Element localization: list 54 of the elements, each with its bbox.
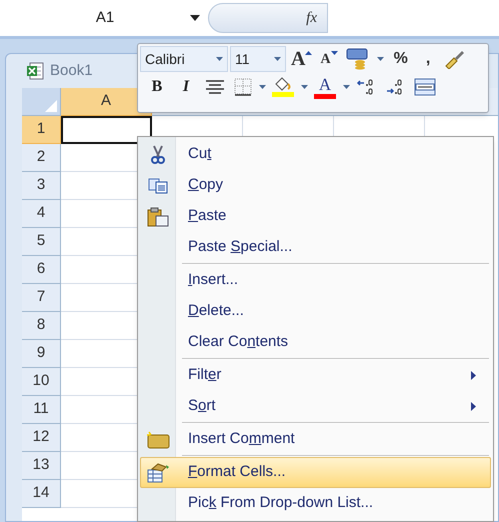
menu-item[interactable]: Sort bbox=[140, 391, 491, 422]
italic-button[interactable]: I bbox=[173, 75, 199, 99]
row-header[interactable]: 5 bbox=[22, 228, 61, 256]
menu-item[interactable]: Paste bbox=[140, 201, 491, 232]
percent-style-button[interactable]: % bbox=[386, 47, 416, 71]
row-header[interactable]: 7 bbox=[22, 284, 61, 312]
name-box[interactable]: A1 bbox=[96, 6, 114, 30]
menu-item[interactable]: Paste Special... bbox=[140, 232, 491, 263]
triangle-icon bbox=[45, 100, 57, 112]
shrink-font-button[interactable]: A bbox=[317, 47, 341, 71]
copy-icon bbox=[148, 178, 168, 194]
fill-color-button[interactable] bbox=[269, 75, 297, 99]
borders-icon bbox=[234, 78, 252, 96]
row-header[interactable]: 3 bbox=[22, 172, 61, 200]
comment-icon bbox=[146, 430, 170, 448]
menu-item[interactable]: Filter bbox=[140, 360, 491, 391]
row-header[interactable]: 8 bbox=[22, 312, 61, 340]
insert-function-button[interactable]: fx bbox=[306, 6, 317, 30]
row-header[interactable]: 9 bbox=[22, 340, 61, 368]
menu-item[interactable]: Insert... bbox=[140, 265, 491, 296]
paint-bucket-icon bbox=[273, 77, 293, 91]
menu-item[interactable]: Format Cells... bbox=[140, 457, 491, 488]
row-header[interactable]: 2 bbox=[22, 144, 61, 172]
row-header[interactable]: 11 bbox=[22, 396, 61, 424]
money-icon bbox=[346, 48, 370, 70]
center-align-icon bbox=[205, 80, 225, 94]
dropdown-caret-icon[interactable] bbox=[190, 15, 200, 21]
row-header[interactable]: 1 bbox=[22, 116, 61, 144]
paintbrush-icon bbox=[443, 49, 466, 69]
menu-item[interactable]: Insert Comment bbox=[140, 424, 491, 455]
row-header[interactable]: 10 bbox=[22, 368, 61, 396]
row-header[interactable]: 13 bbox=[22, 452, 61, 480]
comma-style-button[interactable]: , bbox=[418, 47, 438, 71]
submenu-arrow-icon bbox=[471, 402, 476, 411]
scissors-icon bbox=[150, 144, 166, 164]
submenu-arrow-icon bbox=[471, 371, 476, 380]
font-size-field[interactable]: 11 bbox=[230, 46, 286, 72]
menu-item[interactable]: Copy bbox=[140, 170, 491, 201]
spreadsheet-icon bbox=[26, 62, 44, 80]
format-cells-icon bbox=[146, 462, 170, 482]
menu-item[interactable]: Clear Contents bbox=[140, 327, 491, 358]
row-header[interactable]: 14 bbox=[22, 480, 61, 508]
clipboard-icon bbox=[147, 206, 169, 226]
row-header[interactable]: 4 bbox=[22, 200, 61, 228]
font-name-field[interactable]: Calibri bbox=[140, 46, 228, 72]
menu-item[interactable]: Cut bbox=[140, 139, 491, 170]
grow-font-button[interactable]: A bbox=[288, 47, 316, 71]
merge-center-icon bbox=[414, 78, 436, 96]
menu-item[interactable]: Delete... bbox=[140, 296, 491, 327]
menu-item[interactable]: Pick From Drop-down List... bbox=[140, 488, 491, 519]
font-color-button[interactable]: A bbox=[311, 74, 339, 100]
row-header[interactable]: 12 bbox=[22, 424, 61, 452]
workbook-title: Book1 bbox=[50, 60, 93, 81]
row-header[interactable]: 6 bbox=[22, 256, 61, 284]
